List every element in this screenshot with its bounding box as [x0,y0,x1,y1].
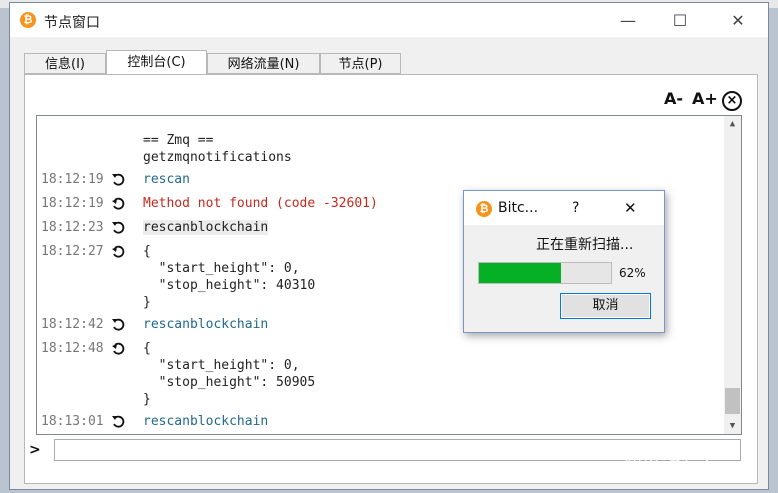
console-timestamp: 18:12:19 [41,196,104,211]
cancel-button[interactable]: 取消 [560,293,651,319]
dialog-title: Bitc... [498,200,539,216]
request-arrow-icon [112,415,125,428]
console-line: "stop_height": 40310 [143,278,316,293]
progress-bar [478,262,612,284]
console-line: "start_height": 0, [143,261,300,276]
dialog-title-bar[interactable]: ₿ Bitc... ? ✕ [464,191,664,225]
watermark: 知乎 @Lotus [624,456,733,477]
maximize-button[interactable]: ☐ [658,9,702,33]
console-line: } [143,392,151,407]
bitcoin-logo-icon: ₿ [476,201,492,217]
console-line: getzmqnotifications [143,150,292,165]
font-smaller-button[interactable]: A- [664,89,683,108]
progress-fill [479,263,561,283]
vertical-scrollbar[interactable]: ▲ ▼ [724,116,741,434]
scroll-up-icon[interactable]: ▲ [724,119,741,129]
rescan-progress-dialog: ₿ Bitc... ? ✕ 正在重新扫描... 62% 取消 [463,190,665,333]
console-timestamp: 18:12:42 [41,317,104,332]
bitcoin-logo-icon: ₿ [20,12,36,28]
console-timestamp: 18:12:23 [41,220,104,235]
console-timestamp: 18:12:27 [41,244,104,259]
request-arrow-icon [112,173,125,186]
console-line: } [143,295,151,310]
request-arrow-icon [112,221,125,234]
dialog-message: 正在重新扫描... [536,237,634,253]
console-line: "stop_height": 50905 [143,375,316,390]
tab-network-traffic[interactable]: 网络流量(N) [207,53,320,74]
console-line: { [143,341,151,356]
reply-arrow-icon [112,245,125,258]
reply-arrow-icon [112,197,125,210]
clear-console-icon[interactable]: × [722,91,742,111]
console-line: "start_height": 0, [143,358,300,373]
tab-info[interactable]: 信息(I) [24,53,106,74]
console-line: == Zmq == [143,133,214,148]
console-line: rescanblockchain [143,220,269,235]
close-button[interactable]: ✕ [716,9,760,33]
tab-console[interactable]: 控制台(C) [106,50,207,75]
console-timestamp: 18:13:01 [41,414,104,429]
scroll-down-icon[interactable]: ▼ [724,421,741,431]
prompt-icon: > [29,442,41,458]
progress-label: 62% [619,266,646,280]
console-line: rescan [143,172,190,187]
console-line: { [143,244,151,259]
font-larger-button[interactable]: A+ [692,89,718,108]
dialog-close-button[interactable]: ✕ [624,199,637,217]
minimize-button[interactable]: — [606,9,650,33]
console-timestamp: 18:12:48 [41,341,104,356]
console-line: rescanblockchain [143,317,269,332]
title-bar[interactable]: ₿ 节点窗口 — ☐ ✕ [10,3,768,37]
help-button[interactable]: ? [572,200,579,216]
console-timestamp: 18:12:19 [41,172,104,187]
console-line: Method not found (code -32601) [143,196,378,211]
reply-arrow-icon [112,342,125,355]
scrollbar-thumb[interactable] [725,388,740,414]
console-line: rescanblockchain [143,414,269,429]
window-title: 节点窗口 [44,15,100,31]
request-arrow-icon [112,318,125,331]
tab-peers[interactable]: 节点(P) [320,53,401,74]
